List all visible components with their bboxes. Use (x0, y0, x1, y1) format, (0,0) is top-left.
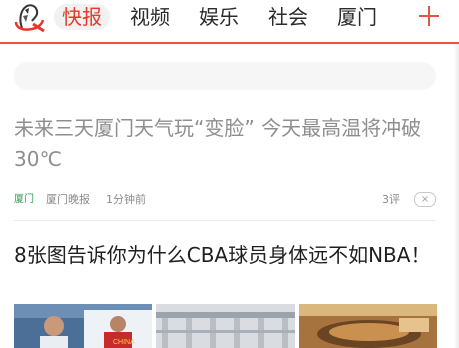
news-title[interactable]: 未来三天厦门天气玩“变脸” 今天最高温将冲破30℃ (14, 113, 434, 175)
news-thumbnail[interactable] (299, 304, 437, 348)
list-divider (14, 220, 436, 221)
news-title[interactable]: 8张图告诉你为什么CBA球员身体远不如NBA！ (14, 240, 434, 270)
close-icon[interactable]: × (414, 192, 436, 207)
tab-society[interactable]: 社会 (268, 4, 308, 30)
user-avatar-icon[interactable] (13, 2, 47, 33)
comment-count[interactable]: 3评 (382, 192, 400, 207)
svg-text:CHINA: CHINA (113, 339, 135, 346)
scroll-edge (454, 44, 459, 348)
news-meta: 厦门 厦门晚报 1分钟前 3评 × (14, 190, 436, 210)
news-time: 1分钟前 (106, 193, 146, 206)
tab-entertainment[interactable]: 娱乐 (199, 4, 239, 30)
search-bar[interactable] (14, 62, 436, 90)
news-source: 厦门晚报 (46, 193, 90, 206)
plus-icon[interactable] (416, 3, 442, 29)
location-tag: 厦门 (14, 194, 34, 205)
news-app-screen: 快报 视频 娱乐 社会 厦门 未来三天厦门天气玩“变脸” 今天最高温将冲破30℃… (0, 0, 459, 348)
tab-xiamen[interactable]: 厦门 (337, 4, 377, 30)
tab-video[interactable]: 视频 (130, 4, 170, 30)
channel-bar: 快报 视频 娱乐 社会 厦门 (0, 0, 459, 40)
news-thumbnail[interactable] (156, 304, 295, 348)
tab-kuaibao[interactable]: 快报 (54, 4, 110, 30)
header-divider (0, 42, 459, 44)
news-thumbnail[interactable]: CHINA (14, 304, 152, 348)
